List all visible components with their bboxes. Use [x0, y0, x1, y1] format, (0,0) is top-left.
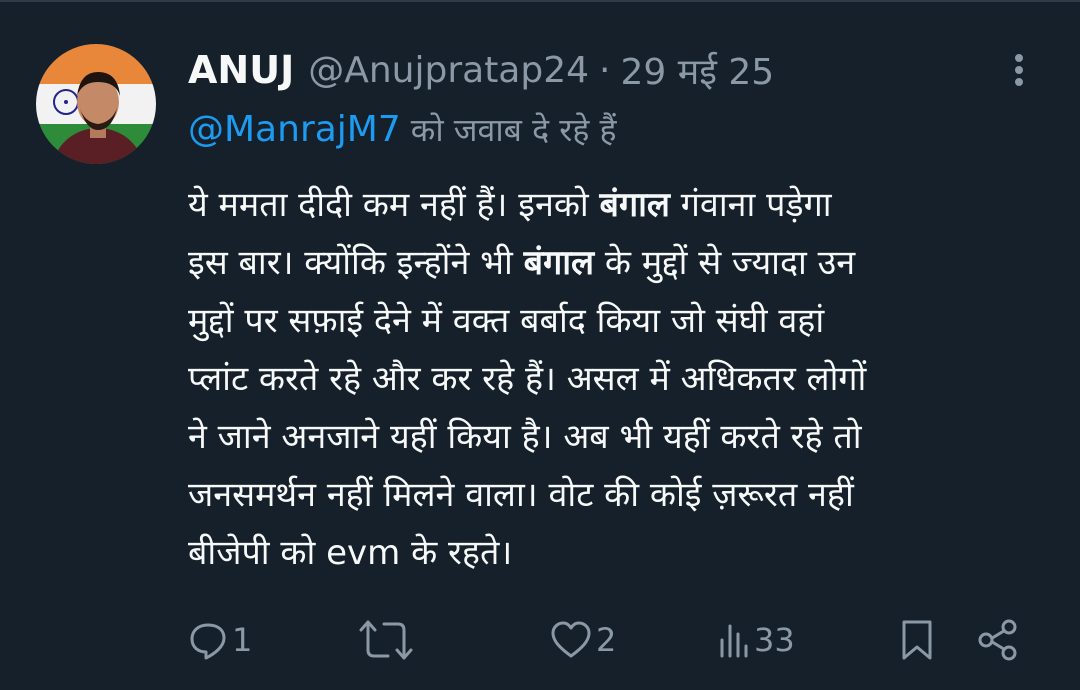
tweet-text-line: प्लांट करते रहे और कर रहे हैं। असल में अ… — [188, 359, 867, 399]
tweet-date[interactable]: 29 मई 25 — [620, 46, 774, 95]
like-button[interactable]: 2 — [550, 610, 616, 670]
text-segment: के मुद्दों से ज्यादा उन — [594, 243, 856, 283]
bold-text-segment: बंगाल — [599, 185, 670, 225]
reply-button[interactable]: 1 — [188, 610, 252, 670]
tweet-text: ये ममता दीदी कम नहीं हैं। इनको बंगाल गंव… — [188, 176, 1048, 582]
tweet-text-line: ये ममता दीदी कम नहीं हैं। इनको बंगाल गंव… — [188, 176, 1048, 234]
reply-icon — [190, 623, 226, 660]
text-segment: इस बार। क्योंकि इन्होंने भी — [188, 243, 524, 283]
heart-icon — [551, 621, 591, 658]
tweet-text-line: इस बार। क्योंकि इन्होंने भी बंगाल के मुद… — [188, 234, 1048, 292]
more-vertical-icon — [1015, 54, 1023, 86]
share-icon — [978, 619, 1017, 661]
user-handle[interactable]: @Anujpratap24 — [308, 50, 589, 91]
retweet-button[interactable] — [358, 610, 418, 670]
tweet-header: ANUJ @Anujpratap24 · 29 मई 25 — [188, 44, 774, 96]
tweet-text-line: ने जाने अनजाने यहीं किया है। अब भी यहीं … — [188, 417, 862, 457]
avatar[interactable] — [36, 44, 156, 164]
views-count: 33 — [754, 621, 795, 659]
reply-to-handle[interactable]: @ManrajM7 — [188, 109, 401, 150]
display-name[interactable]: ANUJ — [188, 48, 294, 92]
tweet-text-line: जनसमर्थन नहीं मिलने वाला। वोट की कोई ज़र… — [188, 475, 854, 515]
tweet-text-line: बीजेपी को evm के रहते। — [188, 533, 513, 573]
tweet[interactable]: ANUJ @Anujpratap24 · 29 मई 25 @ManrajM7 … — [0, 0, 1080, 690]
views-icon — [720, 624, 748, 658]
like-count: 2 — [596, 621, 617, 659]
text-segment: गंवाना पड़ेगा — [669, 185, 832, 225]
reply-count: 1 — [232, 621, 253, 659]
more-options-button[interactable] — [1004, 48, 1034, 92]
reply-context: @ManrajM7 को जवाब दे रहे हैं — [188, 104, 616, 154]
bookmark-button[interactable] — [900, 610, 934, 670]
share-button[interactable] — [976, 610, 1020, 670]
views-button[interactable]: 33 — [718, 610, 795, 670]
retweet-icon — [359, 620, 413, 660]
text-segment: ये ममता दीदी कम नहीं हैं। इनको — [188, 185, 600, 225]
tweet-text-line: मुद्दों पर सफ़ाई देने में वक्त बर्बाद कि… — [188, 301, 825, 341]
bookmark-icon — [902, 620, 932, 660]
tweet-actions: 1 2 33 — [0, 610, 1080, 670]
bold-text-segment: बंगाल — [523, 243, 595, 283]
separator-dot: · — [599, 49, 611, 91]
reply-context-label: को जवाब दे रहे हैं — [410, 110, 617, 149]
